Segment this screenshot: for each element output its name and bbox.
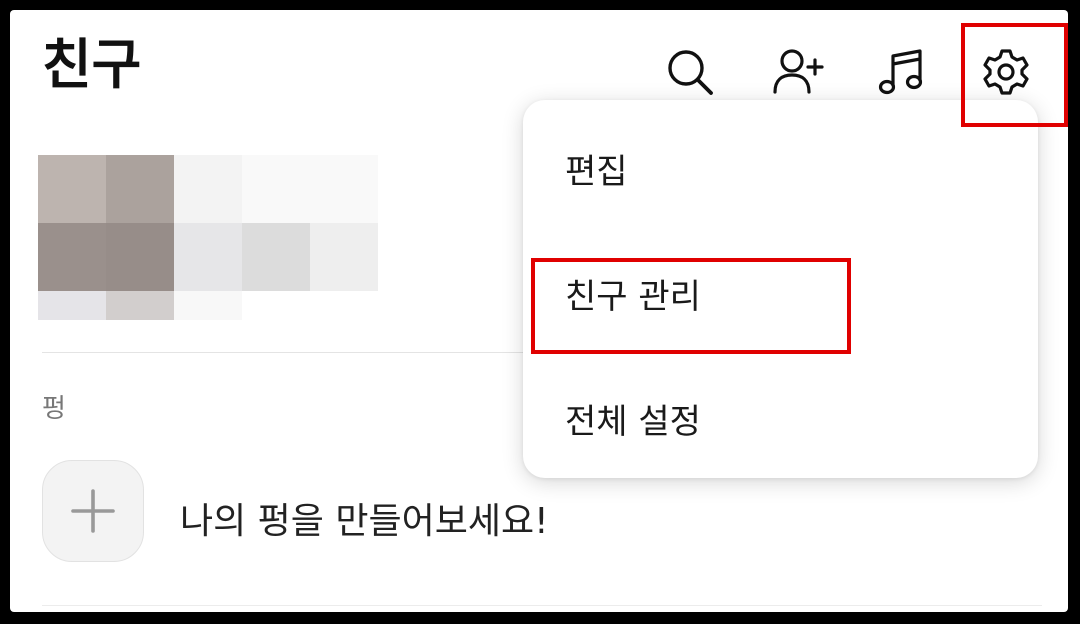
add-friend-button[interactable] [768,42,828,102]
add-pung-prompt[interactable]: 나의 펑을 만들어보세요! [180,492,549,544]
menu-item-edit[interactable]: 편집 [565,155,628,189]
profile-image-blurred[interactable] [38,155,378,320]
search-button[interactable] [660,42,720,102]
settings-highlight-box [961,23,1068,127]
section-label: 펑 [42,394,66,424]
plus-icon [71,489,115,533]
music-button[interactable] [872,42,932,102]
page-title: 친구 [42,33,142,96]
search-icon [668,50,713,95]
section-divider [42,352,532,353]
app-screen: 친구 펑 나의 펑을 만들어보세요! 편집 친구 관리 전체 설정 [10,10,1068,612]
music-icon [878,49,923,95]
add-friend-icon [773,49,824,94]
bottom-divider [42,605,1042,606]
manage-friends-highlight-box [531,258,851,354]
add-pung-button[interactable] [42,460,144,562]
menu-item-all-settings[interactable]: 전체 설정 [565,405,701,439]
